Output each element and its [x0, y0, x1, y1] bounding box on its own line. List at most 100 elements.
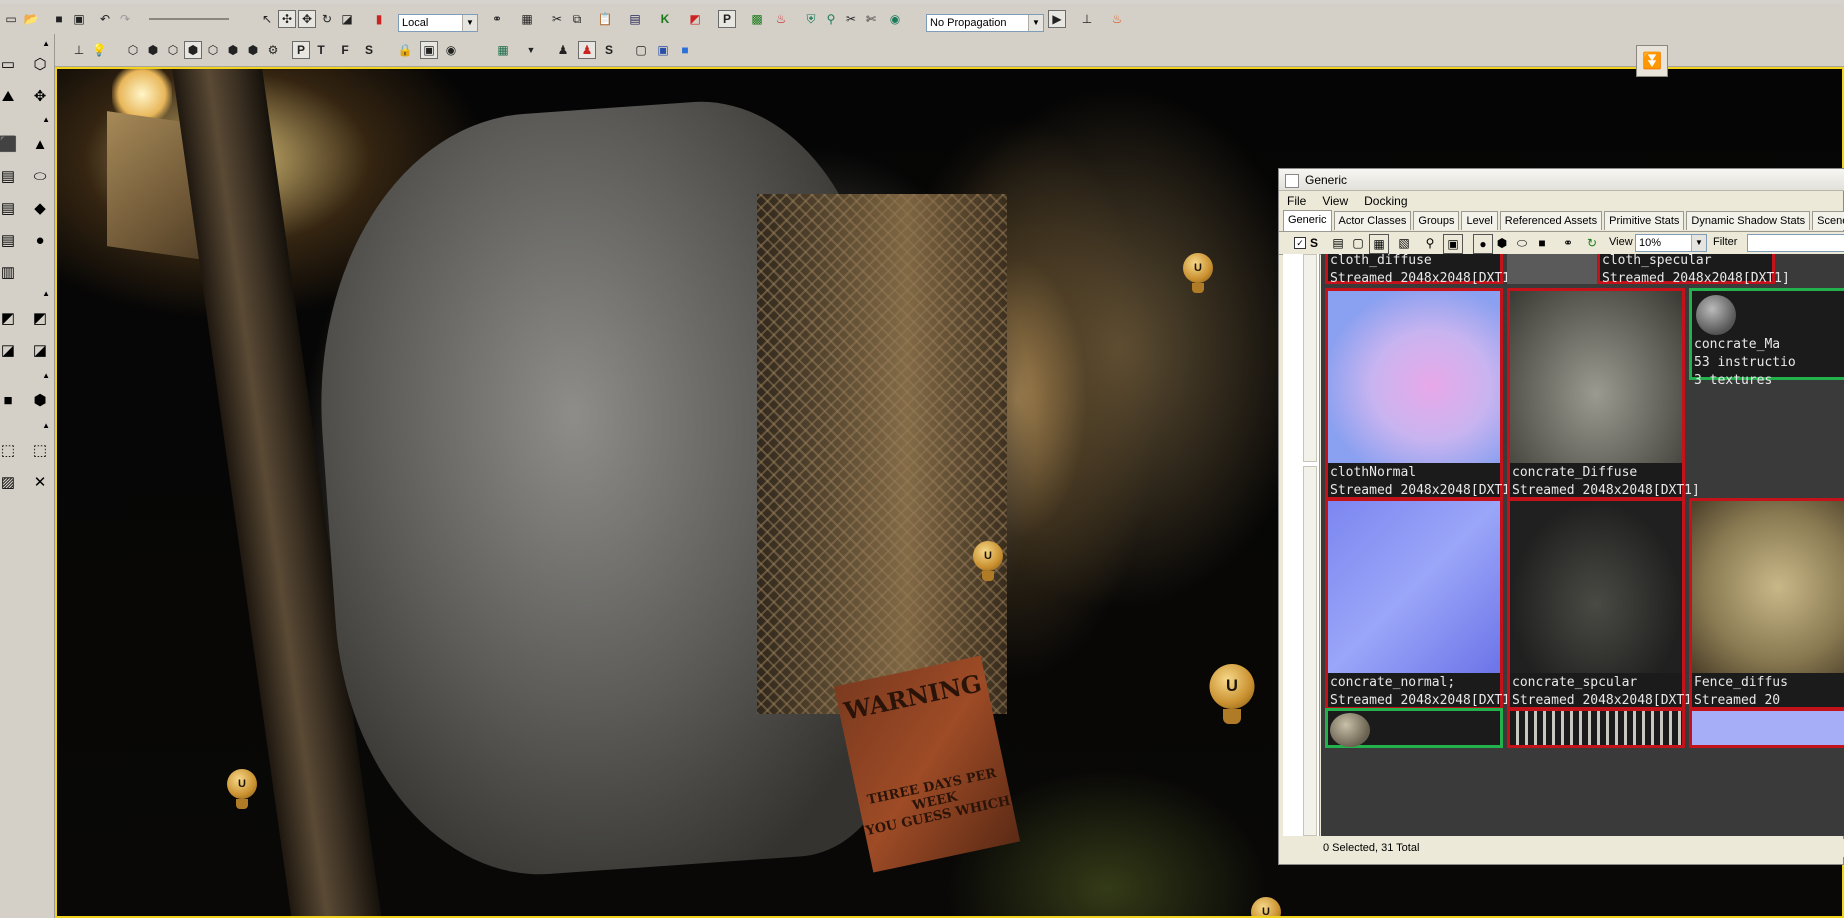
select-tools-icon[interactable]: ✕ [28, 470, 52, 494]
thumbnail-tile[interactable] [1689, 708, 1844, 748]
menu-docking[interactable]: Docking [1356, 192, 1415, 210]
list-view-icon[interactable]: ▤ [1329, 234, 1347, 252]
light-actor-icon[interactable]: U [227, 769, 257, 809]
coordinate-system-select[interactable]: Local ▼ [398, 14, 478, 32]
save-icon[interactable]: ■ [50, 9, 68, 29]
single-view-icon[interactable]: ▢ [632, 40, 650, 60]
tab-actor-classes[interactable]: Actor Classes [1333, 211, 1412, 230]
shader-complexity-icon[interactable]: ⚙ [264, 40, 282, 60]
brush-wire-icon[interactable]: ⬢ [144, 40, 162, 60]
collapse-icon[interactable]: ▲ [0, 370, 54, 380]
material-tile[interactable] [1325, 708, 1503, 748]
tab-primitive-stats[interactable]: Primitive Stats [1604, 211, 1685, 230]
pin-icon[interactable]: ⚲ [822, 9, 840, 29]
search-icon[interactable]: ⚲ [1421, 234, 1439, 252]
select-icon[interactable]: ↖ [258, 9, 276, 29]
sphere-brush-icon[interactable]: ● [28, 228, 52, 252]
play-in-editor-icon[interactable]: ▶ [1048, 9, 1066, 29]
tab-level[interactable]: Level [1461, 211, 1498, 230]
light-actor-icon[interactable]: U [1209, 664, 1255, 724]
lighting-only-icon[interactable]: ⬡ [204, 40, 222, 60]
save-all-icon[interactable]: ▣ [70, 9, 88, 29]
plane-preview-icon[interactable]: ■ [1533, 234, 1551, 252]
binoculars-icon[interactable]: ⚭ [1559, 234, 1577, 252]
hide-selected-icon[interactable]: ⬚ [28, 438, 52, 462]
light-actor-icon[interactable]: U [973, 541, 1003, 581]
binoculars-icon[interactable]: ⚭ [488, 9, 506, 29]
camera-mode-icon[interactable]: ▭ [0, 52, 20, 76]
thumbnail-view-icon[interactable]: ▦ [1369, 234, 1389, 254]
window-title-bar[interactable]: Generic [1279, 169, 1844, 191]
add-volume-icon[interactable]: ■ [0, 388, 20, 412]
group-tree-scrollbar[interactable] [1303, 466, 1317, 836]
thumbnail-tile[interactable]: concrate_normal; Streamed 2048x2048[DXT1… [1325, 498, 1518, 710]
view-side-button[interactable]: S [360, 40, 378, 60]
show-s-button[interactable]: S [600, 40, 618, 60]
cube-brush-icon[interactable]: ⬛ [0, 132, 20, 156]
spiral-stairs-brush-icon[interactable]: ▤ [0, 228, 20, 252]
eye-icon[interactable]: ◉ [442, 40, 460, 60]
csg-intersect-icon[interactable]: ◪ [0, 338, 20, 362]
actor-icon[interactable]: ♟ [554, 40, 572, 60]
translate-icon[interactable]: ✣ [278, 9, 296, 29]
light-actor-icon[interactable]: U [1251, 897, 1281, 916]
sphere-preview-icon[interactable]: ● [1473, 234, 1493, 254]
rotate-icon[interactable]: ↻ [318, 9, 336, 29]
light-complexity-icon[interactable]: ⬢ [224, 40, 242, 60]
collapse-icon[interactable]: ▲ [0, 288, 54, 298]
stairs-brush-icon[interactable]: ▤ [0, 164, 20, 188]
tab-dynamic-shadow-stats[interactable]: Dynamic Shadow Stats [1686, 211, 1811, 230]
terrain-mode-icon[interactable]: ⛰ [0, 84, 20, 108]
shield-icon[interactable]: ⛨ [802, 9, 820, 29]
thumbnail-tile[interactable]: concrate_spcular Streamed 2048x2048[DXT1… [1507, 498, 1700, 710]
select-inside-icon[interactable]: ▨ [0, 470, 20, 494]
refresh-icon[interactable]: ↻ [1583, 234, 1601, 252]
collapse-icon[interactable]: ▲ [0, 38, 54, 48]
quad-view-icon[interactable]: ■ [676, 40, 694, 60]
cone-brush-icon[interactable]: ▲ [28, 132, 52, 156]
thumbnail-tile[interactable] [1507, 708, 1685, 748]
collapse-icon[interactable]: ▲ [0, 114, 54, 124]
texture-density-icon[interactable]: ⬢ [244, 40, 262, 60]
tab-scene-manager[interactable]: Scene M [1812, 211, 1844, 230]
copy-icon[interactable]: ⧉ [568, 9, 586, 29]
tool-icon[interactable]: ✄ [862, 9, 880, 29]
move-icon[interactable]: ✥ [298, 9, 316, 29]
play-icon[interactable]: P [718, 9, 736, 29]
menu-view[interactable]: View [1314, 192, 1356, 210]
csg-add-icon[interactable]: ◩ [0, 306, 20, 330]
grid-view-icon[interactable]: ▧ [1395, 234, 1413, 252]
open-icon[interactable]: 📂 [22, 9, 40, 29]
tab-generic[interactable]: Generic [1283, 210, 1332, 231]
sheet-brush-icon[interactable]: ◆ [28, 196, 52, 220]
volumetric-brush-icon[interactable]: ▥ [0, 260, 20, 284]
anchor-icon[interactable]: ⊥ [70, 40, 88, 60]
split-view-icon[interactable]: ▣ [654, 40, 672, 60]
lightbulb-icon[interactable]: 💡 [90, 40, 108, 60]
material-tile[interactable]: concrate_Ma 53 instructio 3 textures [1689, 288, 1844, 388]
streaming-icon[interactable]: ▦ [494, 40, 512, 60]
chevron-down-icon[interactable]: ▼ [522, 40, 540, 60]
marker-icon[interactable]: ▮ [370, 9, 388, 29]
thumbnail-tile[interactable]: cloth_specular Streamed 2048x2048[DXT1] [1597, 254, 1790, 286]
view-top-button[interactable]: T [312, 40, 330, 60]
thumbnail-tile[interactable]: cloth_diffuse Streamed 2048x2048[DXT1] [1325, 254, 1518, 286]
light-actor-icon[interactable]: U [1183, 253, 1213, 293]
browser-icon[interactable]: ▦ [518, 9, 536, 29]
csg-subtract-icon[interactable]: ◩ [28, 306, 52, 330]
speed-slider[interactable] [144, 9, 234, 29]
thumbnail-tile[interactable]: clothNormal Streamed 2048x2048[DXT1] [1325, 288, 1518, 500]
linear-stairs-brush-icon[interactable]: ▤ [0, 196, 20, 220]
thumbnail-tile[interactable]: concrate_Diffuse Streamed 2048x2048[DXT1… [1507, 288, 1700, 500]
show-selected-icon[interactable]: ⬚ [0, 438, 20, 462]
menu-file[interactable]: File [1279, 192, 1314, 210]
cylinder-brush-icon[interactable]: ⬭ [28, 164, 52, 188]
wireframe-icon[interactable]: ⬡ [124, 40, 142, 60]
view-front-button[interactable]: F [336, 40, 354, 60]
scissors-icon[interactable]: ✂ [842, 9, 860, 29]
game-view-icon[interactable]: ♟ [578, 40, 596, 60]
undo-icon[interactable]: ↶ [96, 9, 114, 29]
tab-referenced-assets[interactable]: Referenced Assets [1499, 211, 1603, 230]
realtime-icon[interactable]: ▣ [420, 40, 438, 60]
preview-view-icon[interactable]: ▢ [1349, 234, 1367, 252]
